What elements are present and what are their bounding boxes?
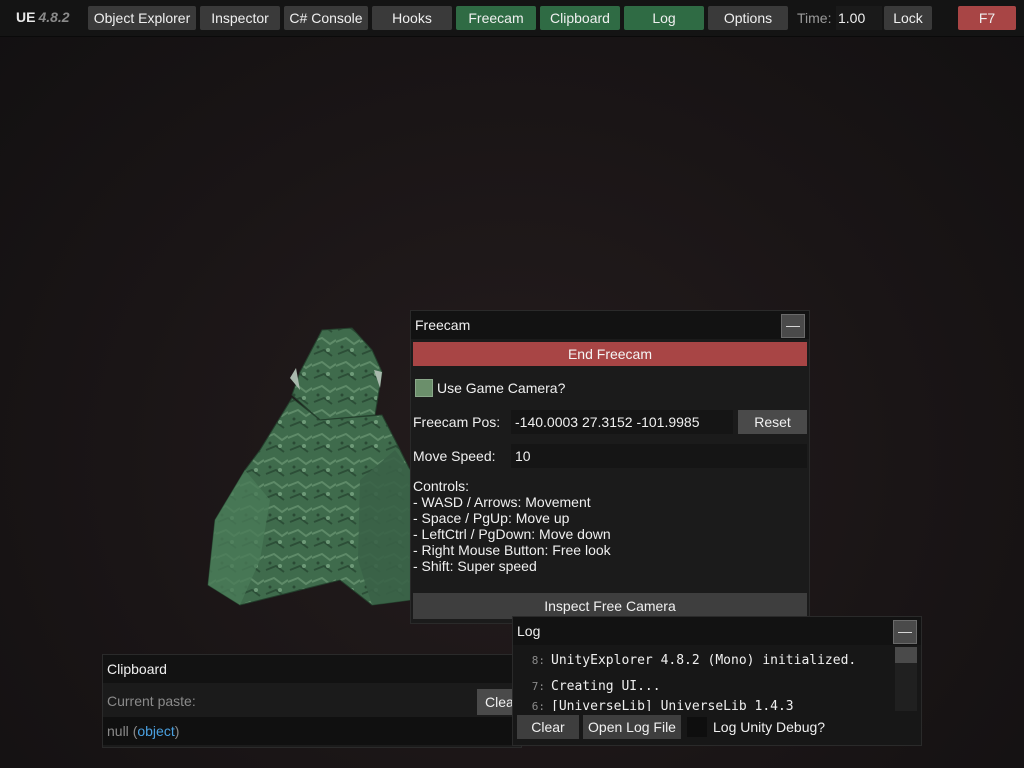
time-scale-input[interactable]: 1.00 bbox=[836, 6, 882, 30]
clipboard-panel: Clipboard Current paste: Clear null (obj… bbox=[102, 654, 522, 748]
open-log-file-button[interactable]: Open Log File bbox=[583, 715, 681, 739]
move-speed-label: Move Speed: bbox=[413, 448, 496, 464]
log-entry: 7: Creating UI... bbox=[515, 679, 661, 699]
freecam-title: Freecam bbox=[415, 317, 471, 333]
log-entry: 6: [UniverseLib] UniverseLib 1.4.3 bbox=[515, 699, 794, 711]
log-minimize-button[interactable]: — bbox=[893, 620, 917, 644]
log-output[interactable]: 8: UnityExplorer 4.8.2 (Mono) initialized… bbox=[515, 647, 895, 711]
end-freecam-button[interactable]: End Freecam bbox=[413, 342, 807, 366]
controls-line: - WASD / Arrows: Movement bbox=[413, 494, 591, 510]
log-title: Log bbox=[517, 623, 541, 639]
clipboard-value-null: null bbox=[107, 723, 129, 739]
top-bar: UE 4.8.2 Object Explorer Inspector C# Con… bbox=[0, 0, 1024, 37]
object-explorer-button[interactable]: Object Explorer bbox=[88, 6, 196, 30]
options-button[interactable]: Options bbox=[708, 6, 788, 30]
controls-line: - LeftCtrl / PgDown: Move down bbox=[413, 526, 611, 542]
f7-toggle-button[interactable]: F7 bbox=[958, 6, 1016, 30]
log-panel: Log — 8: UnityExplorer 4.8.2 (Mono) initi… bbox=[512, 616, 922, 746]
freecam-tab-button[interactable]: Freecam bbox=[456, 6, 536, 30]
freecam-minimize-button[interactable]: — bbox=[781, 314, 805, 338]
log-entry-text: UnityExplorer 4.8.2 (Mono) initialized. bbox=[551, 653, 857, 668]
reset-position-button[interactable]: Reset bbox=[738, 410, 807, 434]
clipboard-value-type: object bbox=[137, 723, 175, 739]
log-scrollbar[interactable] bbox=[895, 647, 917, 711]
brand-name: UE bbox=[16, 9, 36, 25]
log-entry-number: 6: bbox=[531, 700, 545, 711]
controls-help: Controls: - WASD / Arrows: Movement - Sp… bbox=[413, 478, 611, 574]
controls-line: Controls: bbox=[413, 478, 470, 494]
csharp-console-button[interactable]: C# Console bbox=[284, 6, 368, 30]
log-entry-number: 8: bbox=[531, 654, 545, 667]
clipboard-paren-close: ) bbox=[174, 723, 180, 739]
use-game-camera-checkbox[interactable] bbox=[415, 379, 433, 397]
app-brand: UE 4.8.2 bbox=[16, 9, 70, 25]
log-entry-text: [UniverseLib] UniverseLib 1.4.3 bbox=[551, 699, 794, 711]
controls-line: - Space / PgUp: Move up bbox=[413, 510, 570, 526]
log-unity-debug-checkbox[interactable] bbox=[687, 717, 707, 737]
time-scale-label: Time: bbox=[797, 10, 832, 26]
log-unity-debug-label: Log Unity Debug? bbox=[713, 719, 826, 735]
use-game-camera-label: Use Game Camera? bbox=[437, 380, 566, 396]
inspector-button[interactable]: Inspector bbox=[200, 6, 280, 30]
log-entry-number: 7: bbox=[531, 680, 545, 693]
freecam-title-bar[interactable]: Freecam bbox=[411, 311, 809, 339]
lock-button[interactable]: Lock bbox=[884, 6, 932, 30]
log-entry: 8: UnityExplorer 4.8.2 (Mono) initialized… bbox=[515, 653, 857, 673]
version-label: 4.8.2 bbox=[38, 9, 70, 25]
freecam-pos-label: Freecam Pos: bbox=[413, 414, 501, 430]
current-paste-label: Current paste: bbox=[107, 693, 196, 709]
controls-line: - Right Mouse Button: Free look bbox=[413, 542, 611, 558]
log-tab-button[interactable]: Log bbox=[624, 6, 704, 30]
clipboard-tab-button[interactable]: Clipboard bbox=[540, 6, 620, 30]
hooks-button[interactable]: Hooks bbox=[372, 6, 452, 30]
log-scrollbar-thumb[interactable] bbox=[895, 647, 917, 663]
move-speed-input[interactable]: 10 bbox=[511, 444, 807, 468]
log-title-bar[interactable]: Log bbox=[513, 617, 921, 645]
freecam-panel: Freecam — End Freecam Use Game Camera? F… bbox=[410, 310, 810, 624]
green-figure bbox=[207, 327, 411, 606]
log-entry-text: Creating UI... bbox=[551, 679, 661, 694]
clipboard-value[interactable]: null (object) bbox=[103, 717, 521, 745]
freecam-pos-input[interactable]: -140.0003 27.3152 -101.9985 bbox=[511, 410, 733, 434]
controls-line: - Shift: Super speed bbox=[413, 558, 537, 574]
log-clear-button[interactable]: Clear bbox=[517, 715, 579, 739]
clipboard-title[interactable]: Clipboard bbox=[103, 655, 521, 683]
